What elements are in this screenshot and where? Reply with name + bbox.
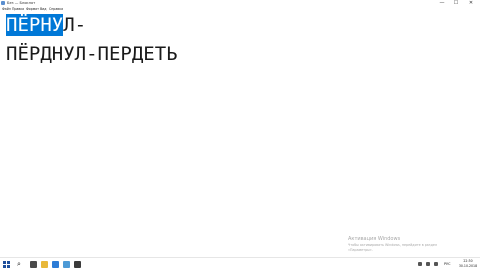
maximize-button[interactable]: ☐	[451, 0, 461, 7]
title-bar: Без — Блокнот — ☐ ✕	[0, 0, 480, 7]
watermark-title: Активация Windows	[348, 236, 401, 242]
watermark-subtitle-2: «Параметры».	[348, 248, 373, 252]
clock-date: 30.10.2018	[458, 264, 478, 268]
language-indicator[interactable]: РУС	[444, 261, 450, 268]
start-button[interactable]	[3, 261, 10, 268]
volume-icon[interactable]	[426, 262, 430, 266]
editor-line-1-rest: Л-	[63, 14, 87, 36]
activation-watermark: Активация Windows Чтобы активировать Win…	[348, 236, 437, 253]
notepad-taskbar-icon[interactable]	[63, 261, 70, 268]
battery-icon[interactable]	[434, 262, 438, 266]
close-button[interactable]: ✕	[466, 0, 476, 7]
file-explorer-icon[interactable]	[41, 261, 48, 268]
windows-logo-icon	[3, 261, 6, 264]
taskbar: ⌕ РУС 22:30 30.10.2018	[0, 257, 480, 270]
network-icon[interactable]	[418, 262, 422, 266]
editor-line-2: ПЁРДНУЛ-ПЕРДЕТЬ	[6, 43, 178, 65]
selected-text: ПЁРНУ	[6, 14, 64, 36]
task-view-icon[interactable]	[30, 261, 37, 268]
window-title: Без — Блокнот	[7, 1, 36, 5]
minimize-button[interactable]: —	[437, 0, 447, 7]
text-editor[interactable]: ПЁРНУЛ- ПЁРДНУЛ-ПЕРДЕТЬ Активация Window…	[0, 12, 480, 257]
browser-icon[interactable]	[52, 261, 59, 268]
clock[interactable]: 22:30 30.10.2018	[458, 259, 478, 269]
search-icon[interactable]: ⌕	[13, 260, 25, 268]
app-taskbar-icon[interactable]	[74, 261, 81, 268]
notepad-icon	[1, 1, 5, 5]
editor-line-1: ПЁРНУЛ-	[6, 13, 86, 37]
